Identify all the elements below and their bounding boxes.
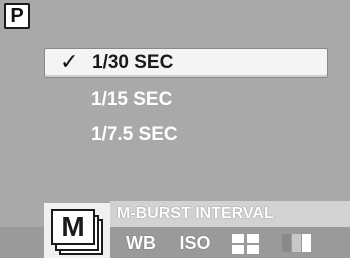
tab-grid[interactable] xyxy=(232,232,260,254)
shooting-mode-badge: P xyxy=(4,3,30,29)
stack-card-front: M xyxy=(51,209,95,245)
setting-name-strip: M-BURST INTERVAL xyxy=(110,201,350,227)
tab-multi-burst[interactable]: M xyxy=(44,203,110,258)
tab-white-balance[interactable]: WB xyxy=(124,232,158,254)
multi-burst-icon: M xyxy=(49,209,105,257)
tab-iso[interactable]: ISO xyxy=(178,232,212,254)
option-label: 1/30 SEC xyxy=(92,52,174,73)
option-1-30-sec[interactable]: ✓ 1/30 SEC xyxy=(44,48,328,78)
option-1-7-5-sec[interactable]: 1/7.5 SEC xyxy=(44,120,328,150)
tab-contrast[interactable] xyxy=(282,232,312,254)
white-balance-icon: WB xyxy=(126,233,156,253)
option-label: 1/15 SEC xyxy=(91,89,173,110)
settings-tab-bar: M-BURST INTERVAL M WB ISO xyxy=(0,201,350,258)
iso-icon: ISO xyxy=(179,233,211,253)
option-1-15-sec[interactable]: 1/15 SEC xyxy=(44,85,328,115)
option-label: 1/7.5 SEC xyxy=(91,124,178,145)
camera-menu-screen: P ✓ 1/30 SEC 1/15 SEC 1/7.5 SEC M-BURST … xyxy=(0,0,350,258)
setting-name-label: M-BURST INTERVAL xyxy=(117,205,274,222)
checkmark-icon: ✓ xyxy=(60,50,79,75)
